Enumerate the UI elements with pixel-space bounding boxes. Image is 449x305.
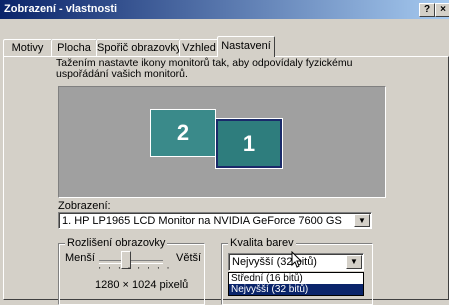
resolution-value: 1280 × 1024 pixelů (95, 279, 189, 291)
tab-settings[interactable]: Nastavení (217, 36, 275, 57)
window-title: Zobrazení - vlastnosti (4, 3, 118, 15)
color-quality-select-value: Nejvyšší (32 bitů) (232, 256, 317, 268)
tab-appearance[interactable]: Vzhled (179, 39, 219, 57)
resolution-less-label: Menší (65, 252, 95, 264)
display-select-value: 1. HP LP1965 LCD Monitor na NVIDIA GeFor… (62, 215, 342, 227)
monitor-2-icon[interactable]: 2 (150, 109, 216, 157)
tab-themes[interactable]: Motivy (3, 39, 52, 57)
color-option-16bit[interactable]: Střední (16 bitů) (229, 273, 363, 284)
monitor-1-icon[interactable]: 1 (215, 118, 283, 169)
instruction-text: Tažením nastavte ikony monitorů tak, aby… (56, 57, 353, 80)
display-select[interactable]: 1. HP LP1965 LCD Monitor na NVIDIA GeFor… (58, 212, 372, 229)
close-button[interactable]: × (435, 3, 449, 17)
resolution-slider-track[interactable] (99, 260, 163, 264)
mouse-cursor-icon (291, 251, 303, 268)
help-button[interactable]: ? (419, 3, 435, 17)
title-bar: Zobrazení - vlastnosti ? × (0, 0, 449, 19)
resolution-group: Rozlišení obrazovky Menší Větší ' ' ' ' … (58, 237, 205, 305)
monitor-arrangement-area[interactable]: 2 1 (58, 86, 386, 198)
display-label: Zobrazení: (58, 200, 111, 212)
resolution-more-label: Větší (176, 252, 202, 264)
color-quality-title: Kvalita barev (228, 237, 296, 249)
resolution-slider-ticks: ' ' ' ' ' ' ' ' (99, 266, 172, 275)
resolution-title: Rozlišení obrazovky (65, 237, 168, 249)
color-quality-options: Střední (16 bitů) Nejvyšší (32 bitů) (228, 272, 364, 296)
tab-desktop[interactable]: Plocha (51, 39, 97, 57)
tab-screensaver[interactable]: Spořič obrazovky (96, 39, 181, 57)
color-option-32bit[interactable]: Nejvyšší (32 bitů) (229, 284, 363, 295)
chevron-down-icon[interactable]: ▼ (346, 255, 362, 269)
chevron-down-icon[interactable]: ▼ (354, 214, 370, 227)
